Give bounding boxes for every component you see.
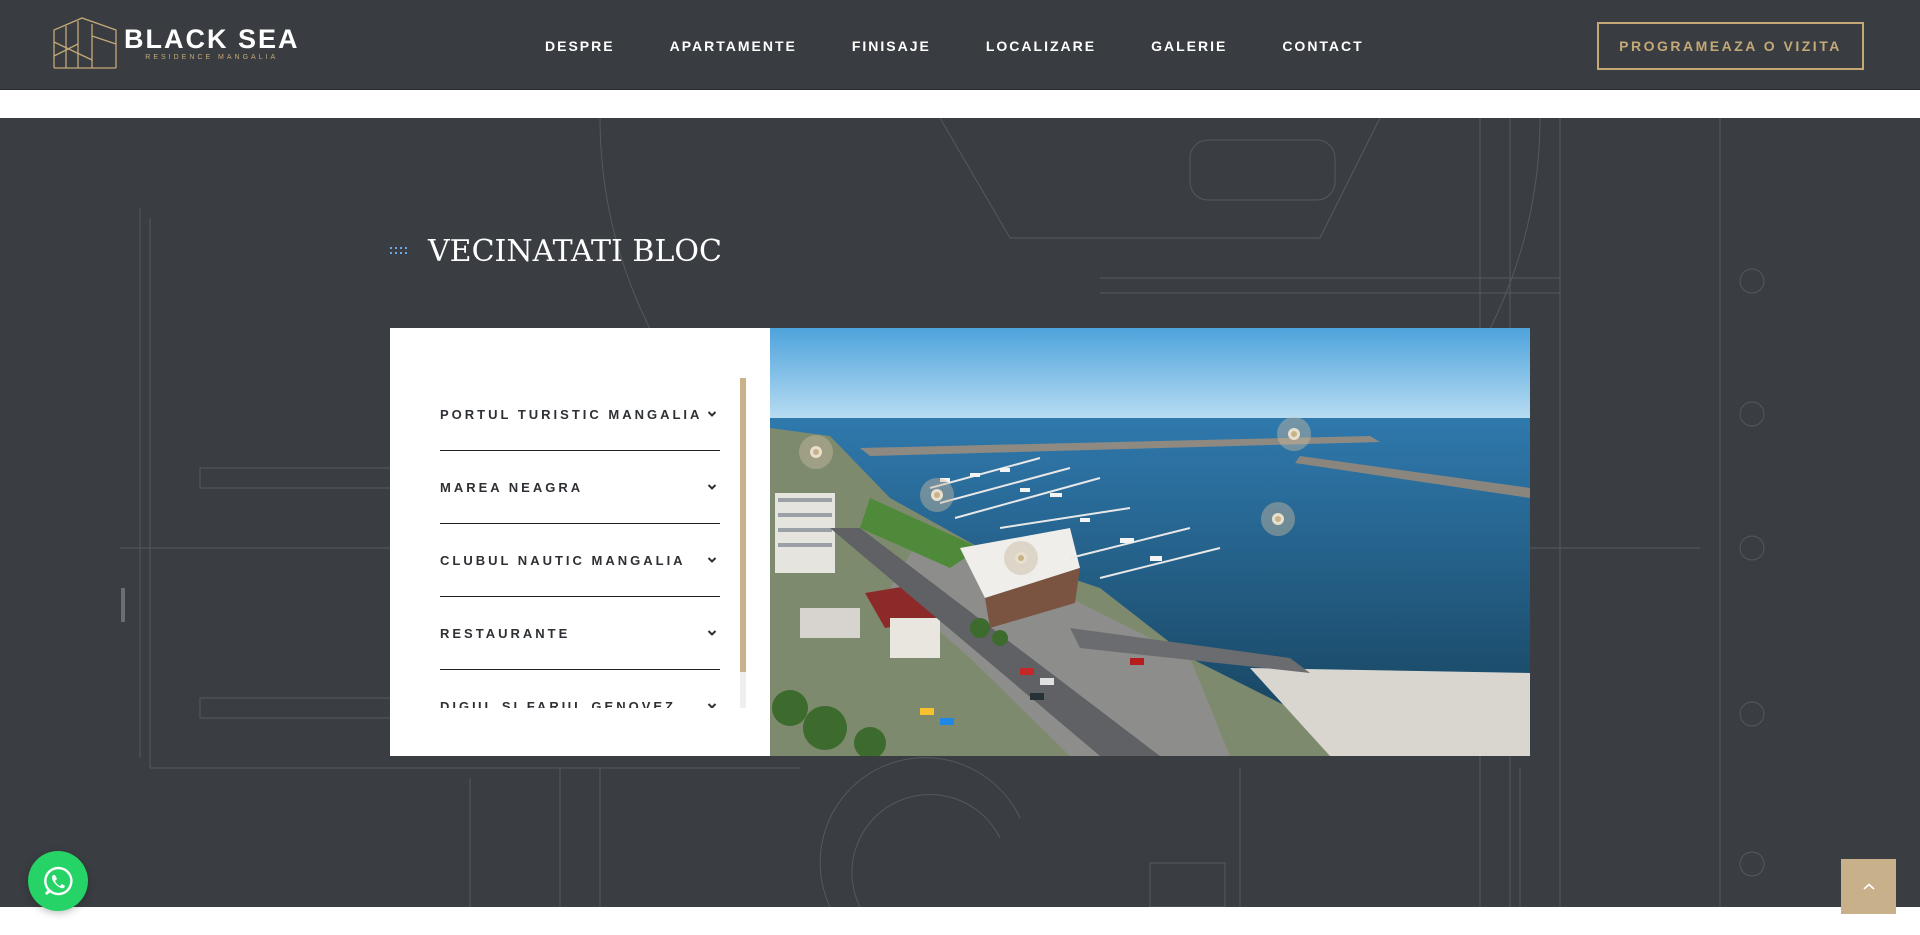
nav-item-galerie[interactable]: GALERIE	[1151, 38, 1227, 54]
accordion-item[interactable]: CLUBUL NAUTIC MANGALIA	[440, 524, 720, 597]
scroll-to-top-button[interactable]	[1841, 859, 1896, 914]
chevron-down-icon[interactable]	[704, 552, 720, 568]
harbor-aerial-image	[770, 328, 1530, 756]
accordion-item[interactable]: RESTAURANTE	[440, 597, 720, 670]
site-header: BLACK SEA RESIDENCE MANGALIA DESPRE APAR…	[0, 0, 1920, 90]
section-title: VECINATATI BLOC	[428, 234, 722, 269]
brand-logo[interactable]: BLACK SEA RESIDENCE MANGALIA	[52, 16, 300, 70]
schedule-visit-button[interactable]: PROGRAMEAZA O VIZITA	[1597, 22, 1864, 70]
chevron-up-icon	[1862, 882, 1875, 890]
dots-icon	[390, 246, 408, 257]
nav-item-contact[interactable]: CONTACT	[1282, 38, 1363, 54]
map-pin-icon[interactable]	[799, 435, 833, 469]
neighborhood-card: PORTUL TURISTIC MANGALIA MAREA NEAGRA CL…	[390, 328, 1530, 756]
brand-tagline: RESIDENCE MANGALIA	[145, 54, 279, 61]
aerial-photo	[770, 328, 1530, 756]
chevron-down-icon[interactable]	[704, 406, 720, 422]
places-panel: PORTUL TURISTIC MANGALIA MAREA NEAGRA CL…	[390, 328, 770, 756]
whatsapp-button[interactable]	[28, 851, 88, 911]
main-nav: DESPRE APARTAMENTE FINISAJE LOCALIZARE G…	[545, 38, 1364, 54]
chevron-down-icon[interactable]	[704, 625, 720, 641]
map-pin-icon[interactable]	[1004, 541, 1038, 575]
section-heading: VECINATATI BLOC	[390, 234, 722, 269]
nav-item-localizare[interactable]: LOCALIZARE	[986, 38, 1096, 54]
accordion-label: MAREA NEAGRA	[440, 479, 584, 495]
accordion-label: RESTAURANTE	[440, 625, 571, 641]
accordion-item[interactable]: DIGUL SI FARUL GENOVEZ	[440, 670, 720, 708]
accordion-item[interactable]: MAREA NEAGRA	[440, 451, 720, 524]
accordion-label: PORTUL TURISTIC MANGALIA	[440, 406, 703, 422]
neighborhood-section: VECINATATI BLOC PORTUL TURISTIC MANGALIA…	[0, 118, 1920, 907]
map-pin-icon[interactable]	[1261, 502, 1295, 536]
scrollbar-thumb[interactable]	[740, 378, 746, 672]
accordion-scrollbar[interactable]	[740, 378, 746, 708]
nav-item-apartamente[interactable]: APARTAMENTE	[670, 38, 797, 54]
places-accordion[interactable]: PORTUL TURISTIC MANGALIA MAREA NEAGRA CL…	[440, 378, 720, 708]
chevron-down-icon[interactable]	[704, 479, 720, 495]
whatsapp-icon	[44, 866, 73, 896]
nav-item-despre[interactable]: DESPRE	[545, 38, 615, 54]
accordion-item[interactable]: PORTUL TURISTIC MANGALIA	[440, 378, 720, 451]
building-logo-icon	[53, 17, 117, 69]
accordion-label: CLUBUL NAUTIC MANGALIA	[440, 552, 686, 568]
map-pin-icon[interactable]	[920, 478, 954, 512]
brand-name: BLACK SEA	[124, 24, 300, 54]
accordion-label: DIGUL SI FARUL GENOVEZ	[440, 698, 676, 709]
nav-item-finisaje[interactable]: FINISAJE	[852, 38, 931, 54]
map-pin-icon[interactable]	[1277, 417, 1311, 451]
chevron-down-icon[interactable]	[704, 698, 720, 708]
